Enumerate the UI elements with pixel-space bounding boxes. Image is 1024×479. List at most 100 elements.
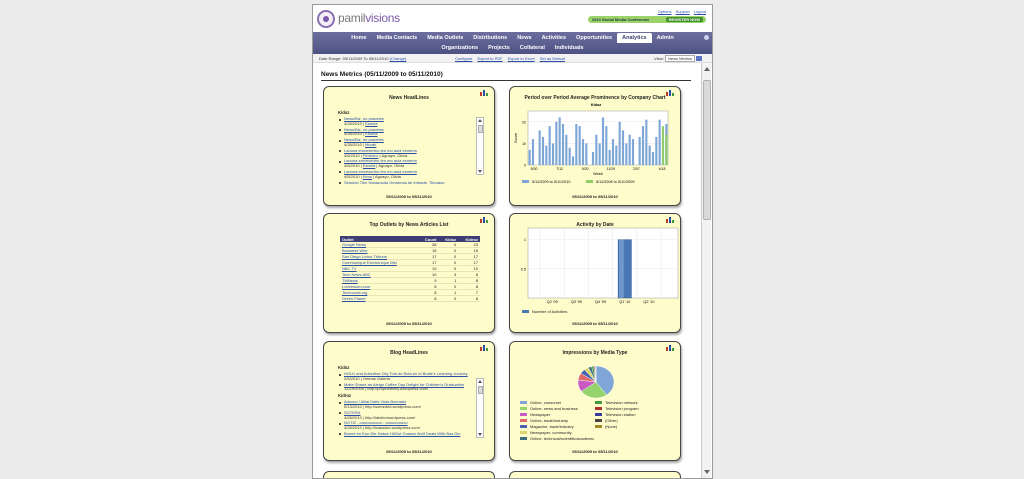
nav-item-home[interactable]: Home bbox=[346, 33, 371, 43]
table-cell: Green Planet bbox=[340, 295, 418, 302]
bar bbox=[658, 119, 661, 165]
headline-source[interactable]: Estoria bbox=[365, 131, 377, 136]
headline-meta: 4/28/2010 | Estoria bbox=[344, 120, 378, 126]
bar bbox=[631, 139, 635, 165]
nav-row-primary: Home Media Contacts Media Outlets Distribut… bbox=[313, 33, 712, 43]
headline-date: 4/28/2010 bbox=[344, 120, 362, 126]
logout-link[interactable]: Logout bbox=[694, 9, 706, 14]
list-item: News/Biz, no pracetes 4/28/2010 | Morah bbox=[338, 137, 498, 148]
y-tick-label: 0 bbox=[524, 164, 526, 168]
outlet-link[interactable]: Green Planet bbox=[342, 296, 366, 301]
blog-meta: 12/29/2009 | http://prophetbelly.wordpre… bbox=[344, 386, 429, 392]
register-now-button[interactable]: REGISTER NOW bbox=[665, 17, 703, 22]
conference-banner[interactable]: 2010 Social Media Conference REGISTER NO… bbox=[588, 16, 706, 23]
headline-source[interactable]: Federico bbox=[363, 153, 379, 158]
scroll-thumb[interactable] bbox=[703, 80, 711, 220]
date-to-label: To bbox=[363, 56, 368, 61]
outlet-link[interactable]: Lovebloom.com bbox=[342, 284, 370, 289]
outlet-link[interactable]: Tech News ABC bbox=[342, 272, 371, 277]
nav-item-distributions[interactable]: Distributions bbox=[468, 33, 512, 43]
list-item: News/Biz, no pracetes 4/28/2010 | Estoria bbox=[338, 127, 498, 138]
bar bbox=[528, 149, 531, 165]
scroll-down-icon[interactable] bbox=[704, 470, 710, 474]
support-link[interactable]: Support bbox=[676, 9, 690, 14]
y-tick-label: 20 bbox=[522, 120, 526, 124]
configure-link[interactable]: Configure bbox=[455, 56, 472, 61]
nav-item-news[interactable]: News bbox=[512, 33, 536, 43]
panel-scrollbar[interactable] bbox=[476, 117, 484, 175]
set-default-link[interactable]: Set as Default bbox=[540, 56, 565, 61]
legend-label: Television network bbox=[605, 400, 638, 405]
list-item: News/Biz, no pracetes 4/28/2010 | Estoria bbox=[338, 116, 498, 127]
nav-item-analytics[interactable]: Analytics bbox=[617, 33, 652, 43]
panel-scrollbar[interactable] bbox=[476, 378, 484, 438]
outlet-link[interactable]: NBC TV bbox=[342, 266, 357, 271]
legend-swatch bbox=[520, 413, 527, 417]
legend-item: Newspaper bbox=[520, 412, 595, 417]
chart-subtitle: Kidoz bbox=[591, 103, 601, 107]
nav-item-media-outlets[interactable]: Media Outlets bbox=[422, 33, 468, 43]
options-link[interactable]: Options bbox=[658, 9, 672, 14]
gear-icon[interactable] bbox=[704, 35, 709, 40]
headline-author: Aguayo, Olivia bbox=[378, 163, 405, 169]
date-to: 05/11/2010 bbox=[368, 56, 389, 61]
subnav-item-collateral[interactable]: Collateral bbox=[515, 43, 550, 53]
outlet-link[interactable]: San Diego Union-Tribune bbox=[342, 254, 387, 259]
x-tick-label: 5/30 bbox=[531, 167, 538, 171]
headline-link[interactable]: Seguido Tien Hanarquita Omarmas de entra… bbox=[344, 180, 498, 184]
panel-title: Blog HeadLines bbox=[390, 350, 428, 356]
view-go-button[interactable] bbox=[696, 56, 702, 62]
legend-label: Magazine, trade/industry bbox=[530, 424, 574, 429]
legend-swatch bbox=[520, 401, 527, 405]
page-scrollbar[interactable] bbox=[701, 63, 711, 478]
nav-item-admin[interactable]: Admin bbox=[652, 33, 679, 43]
nav-item-media-contacts[interactable]: Media Contacts bbox=[372, 33, 423, 43]
scroll-up-icon[interactable] bbox=[704, 67, 710, 71]
activity-chart: 0.5 1 Q2 '09 Q3 '09 Q4 '09 Q1 '10 Q2 '10 bbox=[521, 227, 679, 304]
bar bbox=[595, 134, 598, 165]
x-axis-label: Week bbox=[593, 172, 603, 176]
app-window: pamilvisions Options Support Logout 2010… bbox=[312, 4, 713, 479]
x-tick-label: Q2 '09 bbox=[547, 300, 558, 304]
bar bbox=[628, 134, 631, 165]
nav-item-activities[interactable]: Activities bbox=[537, 33, 571, 43]
outlet-link[interactable]: Business Wire bbox=[342, 248, 368, 253]
blog-link[interactable]: Bonne en Eon Ete Hatow HitOut Goaran Wol… bbox=[344, 431, 498, 437]
export-pdf-link[interactable]: Export to PDF bbox=[477, 56, 502, 61]
headline-source[interactable]: Kevo bbox=[363, 174, 372, 179]
x-tick-label: 11/29 bbox=[607, 167, 616, 171]
view-select[interactable]: News Metrics bbox=[664, 55, 695, 62]
outlet-link[interactable]: Communique Electronique Mid bbox=[342, 260, 397, 265]
nav-row-secondary: Organizations Projects Collateral Individua… bbox=[313, 43, 712, 53]
legend-label: 5/11/2009 to 5/11/2010 bbox=[532, 180, 571, 184]
outlet-link[interactable]: Google News bbox=[342, 242, 366, 247]
outlet-link[interactable]: TMNews bbox=[342, 278, 358, 283]
group-heading: Kidoz bbox=[338, 110, 350, 115]
table-cell: 0 bbox=[438, 295, 459, 302]
bar bbox=[621, 130, 625, 165]
bar bbox=[541, 136, 545, 165]
change-date-link[interactable]: (Change) bbox=[390, 56, 407, 61]
subnav-item-individuals[interactable]: Individuals bbox=[550, 43, 589, 53]
export-excel-link[interactable]: Export to Excel bbox=[508, 56, 535, 61]
subnav-item-projects[interactable]: Projects bbox=[483, 43, 515, 53]
legend-item: Online, technical/scientific/academic bbox=[520, 436, 595, 441]
prominence-chart: Kidoz 0 10 20 5/30 7/12 9/20 11/29 2/07 4/18 Week S… bbox=[514, 103, 669, 184]
table-cell: 8 bbox=[417, 295, 439, 302]
nav-item-opportunities[interactable]: Opportunities bbox=[571, 33, 617, 43]
outlet-link[interactable]: Technorati.org bbox=[342, 290, 367, 295]
subnav-item-organizations[interactable]: Organizations bbox=[436, 43, 483, 53]
bar bbox=[531, 139, 535, 165]
chart-legend: Number of Activities bbox=[522, 309, 567, 314]
legend-swatch bbox=[520, 425, 527, 429]
panel-title: News HeadLines bbox=[389, 95, 429, 101]
chart-legend: Online, consumer Television network Online… bbox=[520, 400, 670, 441]
legend-item: Online, trade/industry bbox=[520, 418, 595, 423]
legend-swatch bbox=[595, 413, 602, 417]
page-title: News Metrics (05/11/2009 to 05/11/2010) bbox=[321, 71, 443, 78]
legend-swatch bbox=[520, 431, 527, 435]
headline-source[interactable]: Estoria bbox=[365, 121, 377, 126]
headline-source[interactable]: Estoria bbox=[363, 163, 375, 168]
panel-period: 05/11/2009 to 05/11/2010 bbox=[572, 194, 618, 199]
headline-source[interactable]: Morah bbox=[365, 142, 376, 147]
